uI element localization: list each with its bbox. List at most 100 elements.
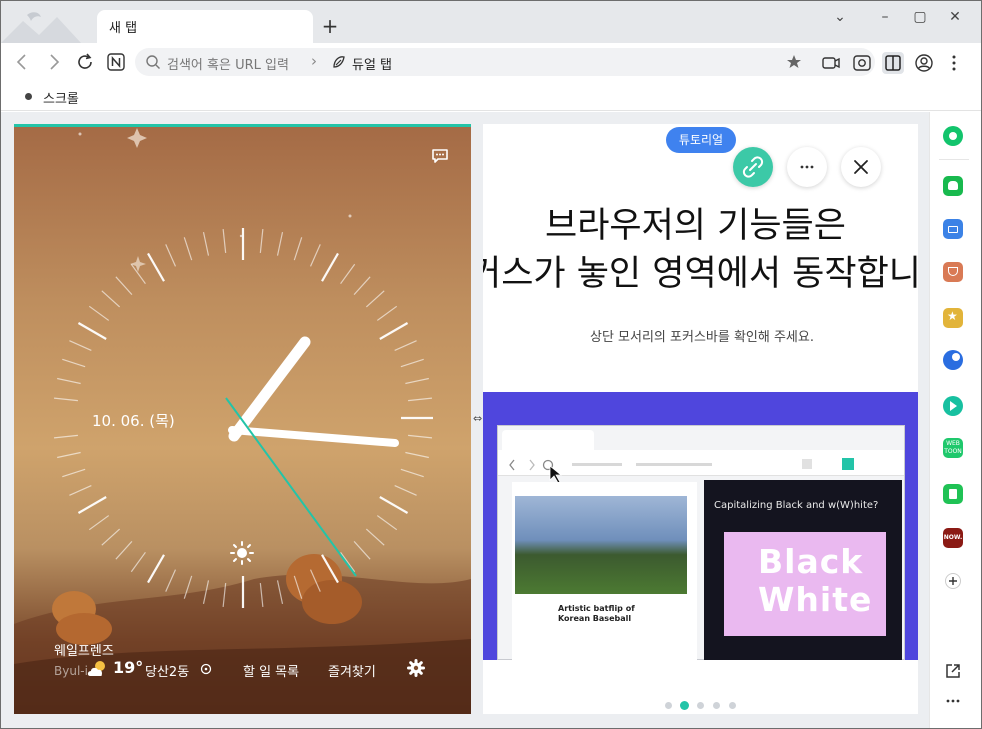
clock-tick [309, 244, 321, 267]
video-play-icon[interactable] [943, 396, 963, 416]
tab-new[interactable]: 새 탭 [97, 10, 313, 52]
toolbar: 검색어 혹은 URL 입력 › 듀얼 탭 [1, 43, 981, 81]
search-icon [146, 55, 160, 69]
video-capture-icon[interactable] [820, 52, 842, 74]
temperature[interactable]: 19° [113, 658, 143, 677]
naver-home-button[interactable] [105, 51, 127, 73]
clock-tick [115, 540, 133, 560]
address-bar[interactable]: 검색어 혹은 URL 입력 › 듀얼 탭 [135, 48, 875, 76]
forward-arrow-icon [50, 54, 60, 70]
pager-dot[interactable] [697, 702, 704, 709]
tutorial-headline: 브라우저의 기능들은 커스가 놓인 영역에서 동작합니 [483, 202, 918, 298]
clock-tick [130, 551, 146, 573]
clock-tick [340, 263, 356, 285]
close-icon [854, 160, 868, 174]
webtoon-icon[interactable]: WEB TOON [943, 438, 963, 458]
clock-tick [165, 244, 177, 267]
sidebar-toggle-icon[interactable] [882, 52, 904, 74]
screenshot-icon[interactable] [851, 52, 873, 74]
clock-tick [88, 515, 110, 531]
tutorial-illustration: Artistic batflip of Korean Baseball Capi… [483, 392, 918, 660]
pager-dot-active[interactable] [680, 701, 689, 710]
illustration-focused-pane: Capitalizing Black and w(W)hite? Black W… [704, 480, 902, 660]
todo-list-link[interactable]: 할 일 목록 [243, 661, 299, 680]
right-pane-tutorial[interactable]: 튜토리얼 브라우저의 기능들은 커스가 놓인 영역에서 동작합니 상단 모서리의… [483, 124, 918, 714]
reload-button[interactable] [74, 51, 96, 73]
chat-bubble-icon[interactable] [430, 146, 450, 166]
talk-icon[interactable] [943, 176, 963, 196]
dual-tab-label[interactable]: 듀얼 탭 [352, 54, 392, 73]
more-menu-icon[interactable] [943, 52, 965, 74]
illustration-article-title: Artistic batflip of Korean Baseball [558, 604, 635, 623]
clock-tick [365, 290, 385, 308]
pocket-icon[interactable] [943, 262, 963, 282]
add-sidebar-item-icon[interactable] [944, 572, 962, 590]
bookmark-dot-icon [25, 93, 32, 100]
clock-tick [69, 340, 92, 352]
illustration-browser: Artistic batflip of Korean Baseball Capi… [497, 425, 905, 660]
clock-tick [353, 540, 371, 560]
clock-tick [340, 551, 356, 573]
dual-tab-content: 10. 06. (목) 웨일프렌즈 Byul-i 19° 당산2동 할 일 목록… [1, 112, 929, 728]
pane-resize-handle[interactable]: ⇔ [473, 412, 482, 425]
clock-tick [321, 252, 339, 282]
clock-tick [400, 358, 424, 368]
more-options-button[interactable] [787, 147, 827, 187]
pager-dot[interactable] [729, 702, 736, 709]
address-input-placeholder[interactable]: 검색어 혹은 URL 입력 [167, 54, 289, 73]
illustration-tab [502, 430, 594, 450]
chevron-right-icon: › [311, 52, 317, 70]
close-tutorial-button[interactable] [841, 147, 881, 187]
clock-hands [225, 336, 399, 577]
location[interactable]: 당산2동 [145, 661, 189, 680]
favorites-link[interactable]: 즐겨찾기 [328, 661, 376, 680]
maximize-button[interactable]: ▢ [905, 7, 935, 27]
clock-tick [101, 528, 121, 546]
clock-tick [405, 377, 429, 385]
close-window-button[interactable]: ✕ [940, 7, 970, 27]
clock-tick [408, 434, 433, 439]
clock-tick [276, 232, 284, 256]
bookmark-star-icon[interactable]: ★ [943, 308, 963, 328]
whale-green-icon[interactable] [943, 126, 963, 146]
extension-star-icon[interactable] [785, 53, 803, 71]
forward-button[interactable] [43, 51, 65, 73]
clock-tick [353, 276, 371, 296]
analog-clock [14, 128, 471, 714]
tab-strip: 새 탭 + ⌄ – ▢ ✕ [1, 1, 981, 52]
new-tab-button[interactable]: + [319, 15, 341, 37]
bookmark-item[interactable]: 스크롤 [43, 88, 79, 107]
tutorial-subtitle: 상단 모서리의 포커스바를 확인해 주세요. [590, 330, 814, 345]
external-link-icon[interactable] [944, 662, 962, 680]
clock-tick [77, 322, 107, 340]
minimize-button[interactable]: – [870, 7, 900, 27]
location-target-icon[interactable] [200, 663, 212, 675]
clock-tick [62, 358, 86, 368]
clock-tick [259, 228, 264, 253]
back-button[interactable] [11, 51, 33, 73]
note-icon[interactable] [943, 484, 963, 504]
profile-icon[interactable] [913, 52, 935, 74]
clock-tick [394, 484, 417, 496]
work-icon[interactable] [943, 219, 963, 239]
illustration-article-pane: Artistic batflip of Korean Baseball [512, 482, 697, 660]
headline-line-1: 브라우저의 기능들은 [545, 206, 846, 246]
pager-dot[interactable] [713, 702, 720, 709]
tab-title: 새 탭 [109, 21, 138, 36]
clock-tick [53, 434, 78, 439]
clock-tick [202, 232, 210, 256]
clock-tick [62, 468, 86, 478]
illustration-right-title: Capitalizing Black and w(W)hite? [714, 500, 879, 511]
now-icon[interactable]: NOW. [943, 528, 963, 548]
gear-icon[interactable] [407, 659, 425, 677]
translate-icon[interactable] [943, 350, 963, 370]
weather-source-label: 웨일프렌즈 [54, 644, 114, 659]
left-pane-new-tab[interactable]: 10. 06. (목) 웨일프렌즈 Byul-i 19° 당산2동 할 일 목록… [14, 124, 471, 714]
sidebar: ★ WEB TOON NOW. [929, 112, 981, 728]
sidebar-more-icon[interactable] [944, 692, 962, 710]
dual-tab-icon [333, 56, 345, 68]
naver-n-icon [107, 53, 125, 71]
tab-list-chevron-icon[interactable]: ⌄ [825, 7, 855, 27]
pager-dot[interactable] [665, 702, 672, 709]
link-button[interactable] [733, 147, 773, 187]
